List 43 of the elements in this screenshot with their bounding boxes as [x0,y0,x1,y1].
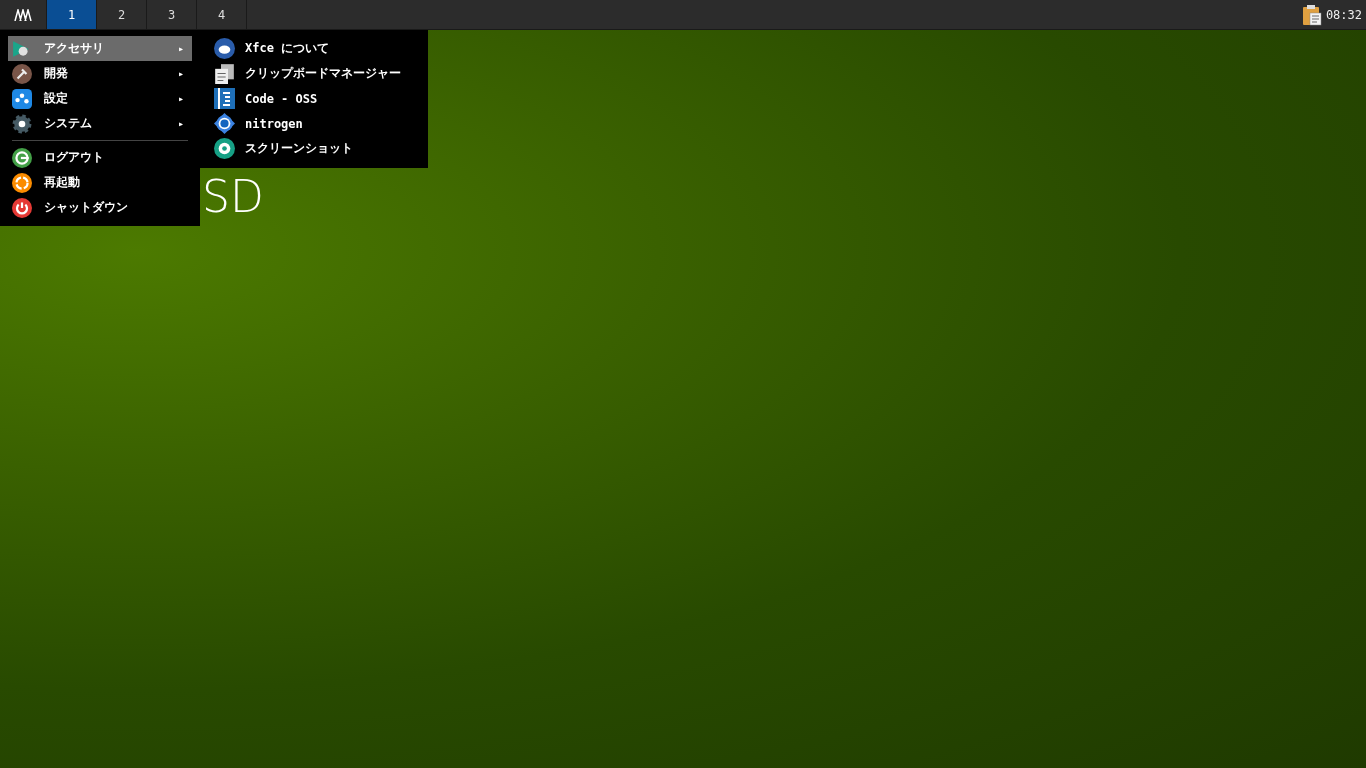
menu-label: 開発 [44,65,69,82]
menu-item[interactable]: 設定 ▸ [8,86,192,111]
menu-item[interactable]: アクセサリ ▸ [8,36,192,61]
restart-icon [12,172,32,193]
logo-icon [14,8,32,21]
menu-label: 再起動 [44,174,81,191]
submenu-item[interactable]: クリップボードマネージャー [214,61,428,86]
sliders-icon [12,88,32,109]
submenu-item[interactable]: スクリーンショット [214,136,428,161]
menu-label: クリップボードマネージャー [245,65,402,82]
menu-label: ログアウト [44,149,105,166]
menu-label: Code - OSS [245,91,319,106]
ring-icon [214,113,235,134]
menu-label: スクリーンショット [245,140,354,157]
menu-label: Xfce について [245,40,331,57]
submenu-item[interactable]: nitrogen [214,111,428,136]
menu-item[interactable]: 開発 ▸ [8,61,192,86]
submenu-item[interactable]: Xfce について [214,36,428,61]
submenu-arrow-icon: ▸ [177,118,184,129]
menu-item[interactable]: 再起動 [8,170,192,195]
settings-icon [12,113,32,134]
menu-label: 設定 [44,90,69,107]
menu-label: シャットダウン [44,199,129,216]
menu-item[interactable]: ログアウト [8,145,192,170]
submenu-arrow-icon: ▸ [177,93,184,104]
logout-icon [12,147,32,168]
menu-item[interactable]: シャットダウン [8,195,192,220]
power-icon [12,197,32,218]
submenu-item[interactable]: Code - OSS [214,86,428,111]
clock: 08:32 [1325,6,1362,24]
wallpaper-text: SD [202,171,264,222]
workspace-button[interactable]: 1 [47,0,97,29]
code-editor-icon [214,88,235,109]
menu-label: アクセサリ [44,40,105,57]
aperture-icon [214,138,235,159]
hammer-icon [12,63,32,84]
menu-label: nitrogen [245,116,304,131]
menu-label: システム [44,115,93,132]
submenu-arrow-icon: ▸ [177,68,184,79]
documents-icon [214,63,235,84]
clipboard-icon[interactable] [1301,3,1322,26]
submenu-arrow-icon: ▸ [177,43,184,54]
menu-item[interactable]: システム ▸ [8,111,192,136]
